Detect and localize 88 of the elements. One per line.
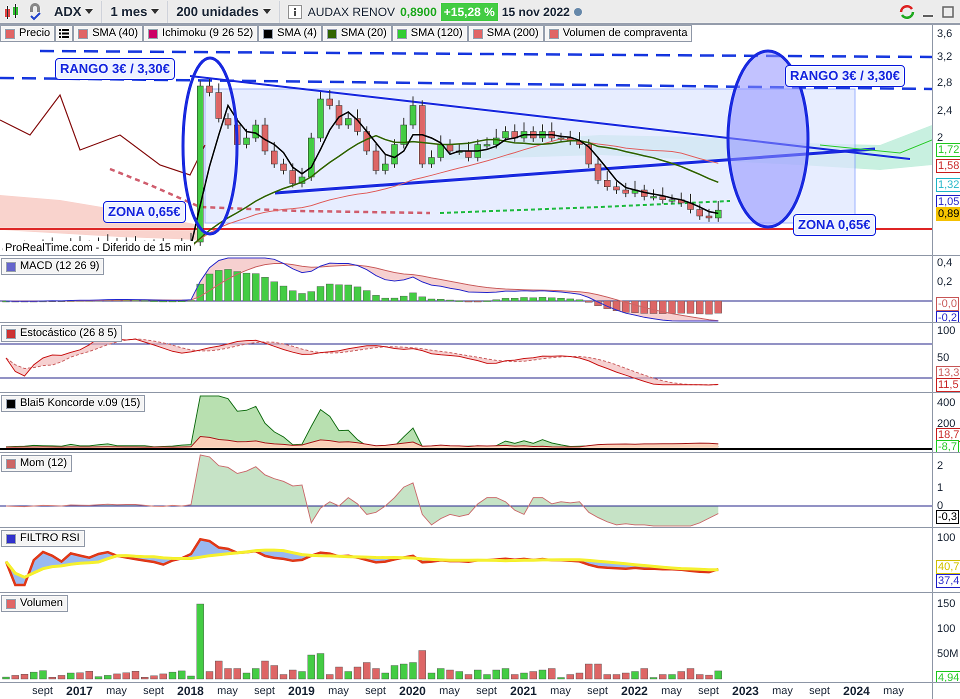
axis-tick-label: 100 [937,325,956,337]
legend-item[interactable]: SMA (120) [392,25,468,42]
time-axis-label: sept [142,684,165,699]
time-axis-label: sept [364,684,387,699]
axis-tick-label: 1 [937,482,944,494]
time-axis-label: 2020 [398,683,427,699]
indicator-label[interactable]: FILTRO RSI [1,530,85,547]
value-tag: 11,5 [936,378,960,392]
time-axis-label: may [216,684,239,699]
quote-date: 15 nov 2022 [502,4,570,20]
time-axis-label: sept [808,684,831,699]
chevron-down-icon [151,9,160,14]
indicator-label[interactable]: Estocástico (26 8 5) [1,325,122,342]
time-axis-label: may [882,684,905,699]
value-tag: -8,7 [936,440,959,452]
axis-tick-label: 2 [937,460,944,472]
axis-tick-label: 100 [937,623,956,635]
indicator-label[interactable]: Mom (12) [1,455,72,472]
time-axis-label: may [660,684,683,699]
time-axis-label: may [105,684,128,699]
source-note: ProRealTime.com - Diferido de 15 min [3,241,194,255]
value-tag: 40,7 [936,560,960,574]
range-label: RANGO 3€ / 3,30€ [55,58,175,80]
axis-tick-label: 200 [937,418,956,430]
units-dropdown[interactable]: 200 unidades [168,0,280,22]
axis-tick-label: 50M [937,648,958,660]
symbol-dropdown[interactable]: ADX [46,0,102,22]
status-dot-icon [572,6,583,16]
time-axis-label: may [327,684,350,699]
maximize-icon[interactable] [942,6,954,18]
time-axis-label: may [438,684,461,699]
axis-tick-label: 0,4 [937,257,952,269]
axis-tick-label: 150 [937,598,956,610]
candlestick-icon[interactable] [3,4,21,20]
time-axis-label: 2019 [287,683,316,699]
change-badge: +15,28 % [440,2,498,20]
time-axis-label: sept [475,684,498,699]
time-axis-label: sept [586,684,609,699]
axis-tick-label: 400 [937,397,956,409]
axis-tick-label: 0 [937,500,944,512]
axis-tick-label: 3,6 [937,28,952,40]
value-tag: 1,72 [936,143,960,157]
axis-tick-label: 0,2 [937,276,952,288]
zone-label: ZONA 0,65€ [793,214,876,236]
axis-tick-label: 2 [937,132,944,144]
axis-tick-label: 50 [937,352,950,364]
legend-item[interactable]: SMA (4) [258,25,322,42]
legend-item[interactable]: SMA (40) [73,25,144,42]
value-tag: 0,89 [936,207,960,221]
time-axis-label: sept [253,684,276,699]
axis-tick-label: 2,8 [937,77,952,89]
time-axis-label: 2021 [509,683,538,699]
value-tag: 1,32 [936,178,960,192]
time-axis-label: sept [31,684,54,699]
value-tag: -0,0 [936,297,959,311]
time-axis-label: 2018 [176,683,205,699]
instrument-name: AUDAX RENOV [308,4,396,20]
refresh-icon[interactable] [898,2,916,20]
legend-item[interactable]: SMA (200) [468,25,544,42]
range-label: RANGO 3€ / 3,30€ [785,65,905,87]
period-dropdown[interactable]: 1 mes [102,0,168,22]
indicator-label[interactable]: Blai5 Koncorde v.09 (15) [1,395,146,412]
chevron-down-icon [262,9,271,14]
time-axis-label: 2022 [620,683,649,699]
time-axis-label: 2023 [731,683,760,699]
info-icon[interactable] [288,4,302,18]
axis-tick-label: 3,2 [937,51,952,63]
axis-tick-label: 2,4 [937,105,952,117]
legend-item[interactable]: Volumen de compraventa [544,25,692,42]
value-tag: 1,58 [936,159,960,173]
time-axis-label: 2024 [842,683,871,699]
time-axis-label: may [549,684,572,699]
list-icon[interactable] [55,25,74,42]
time-axis-label: may [771,684,794,699]
zone-label: ZONA 0,65€ [103,201,186,223]
time-axis-label: 2017 [65,683,94,699]
value-tag: -0,3 [936,510,959,524]
legend-item[interactable]: Precio [0,25,56,42]
time-axis-label: sept [697,684,720,699]
magnet-icon[interactable] [27,2,43,20]
chevron-down-icon [85,9,94,14]
value-tag: 37,4 [936,574,960,588]
indicator-label[interactable]: MACD (12 26 9) [1,258,104,275]
axis-tick-label: 100 [937,532,956,544]
legend-item[interactable]: Ichimoku (9 26 52) [143,25,258,42]
indicator-label[interactable]: Volumen [1,595,68,612]
legend-item[interactable]: SMA (20) [322,25,392,42]
last-price: 0,8900 [400,4,437,20]
